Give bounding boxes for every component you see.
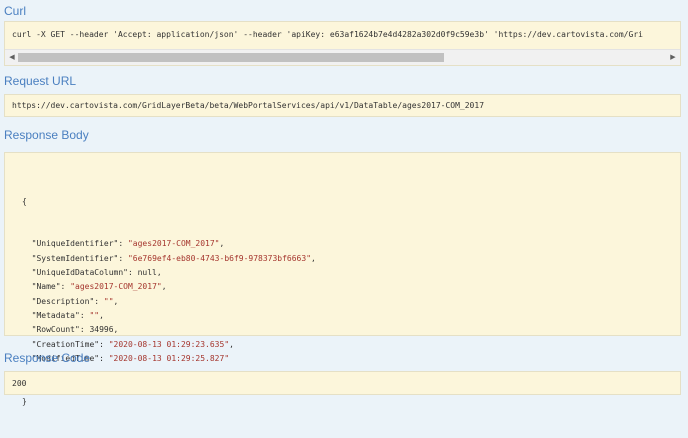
json-key: "SystemIdentifier"	[31, 253, 119, 263]
response-code-value[interactable]: 200	[12, 379, 26, 388]
json-value: 34996	[89, 325, 114, 335]
response-body-box: { "UniqueIdentifier": "ages2017-COM_2017…	[4, 152, 681, 406]
json-line: "CreationTime": "2020-08-13 01:29:23.635…	[31, 339, 234, 349]
curl-command[interactable]: curl -X GET --header 'Accept: applicatio…	[12, 30, 643, 39]
json-key: "RowCount"	[31, 325, 80, 335]
response-code-box: 200	[4, 371, 681, 395]
json-value: "ages2017-COM_2017"	[70, 282, 162, 292]
curl-heading: Curl	[4, 4, 27, 18]
json-value: "2020-08-13 01:29:23.635"	[108, 339, 230, 349]
json-fields: "UniqueIdentifier": "ages2017-COM_2017",…	[22, 237, 316, 366]
response-code-heading: Response Code	[4, 351, 91, 365]
json-line: "Metadata": "",	[31, 310, 104, 320]
horizontal-scrollbar[interactable]: ◀ ▶	[5, 49, 680, 65]
json-line: "UniqueIdentifier": "ages2017-COM_2017",	[31, 239, 225, 249]
json-key: "UniqueIdDataColumn"	[31, 268, 128, 278]
json-key: "Name"	[31, 282, 61, 292]
request-url-box: https://dev.cartovista.com/GridLayerBeta…	[4, 94, 681, 117]
request-url-heading: Request URL	[4, 74, 77, 88]
json-value: "ages2017-COM_2017"	[127, 239, 220, 249]
json-separator: ,	[311, 253, 316, 263]
scrollbar-thumb[interactable]	[18, 53, 444, 62]
json-line: "RowCount": 34996,	[31, 325, 119, 335]
request-url-value[interactable]: https://dev.cartovista.com/GridLayerBeta…	[12, 101, 484, 110]
response-body-heading: Response Body	[4, 128, 89, 142]
json-line: "UniqueIdDataColumn": null,	[31, 268, 162, 278]
json-line: "SystemIdentifier": "6e769ef4-eb80-4743-…	[31, 253, 316, 263]
scroll-right-arrow-icon[interactable]: ▶	[667, 50, 679, 65]
json-separator: ,	[113, 296, 119, 306]
json-separator: ,	[156, 268, 162, 278]
json-key: "Metadata"	[31, 310, 80, 320]
json-close-brace: }	[22, 396, 27, 406]
json-open-brace: {	[22, 196, 27, 206]
json-separator: ,	[161, 282, 167, 292]
json-value: ""	[103, 296, 114, 306]
json-key: "Description"	[31, 296, 95, 306]
curl-box[interactable]: curl -X GET --header 'Accept: applicatio…	[4, 21, 681, 66]
json-value: "2020-08-13 01:29:25.827"	[108, 353, 230, 363]
json-value: null	[137, 268, 157, 278]
json-separator: ,	[229, 339, 234, 349]
json-line: "Description": "",	[31, 296, 119, 306]
json-key: "CreationTime"	[31, 339, 100, 349]
json-value: ""	[89, 310, 100, 320]
json-separator: ,	[99, 310, 104, 320]
json-separator: ,	[113, 325, 119, 335]
json-line: "Name": "ages2017-COM_2017",	[31, 282, 167, 292]
scroll-left-arrow-icon[interactable]: ◀	[6, 50, 18, 65]
json-separator: ,	[219, 239, 225, 249]
response-body-json[interactable]: { "UniqueIdentifier": "ages2017-COM_2017…	[22, 166, 316, 438]
json-value: "6e769ef4-eb80-4743-b6f9-978373bf6663"	[127, 253, 312, 263]
json-key: "UniqueIdentifier"	[31, 239, 119, 249]
